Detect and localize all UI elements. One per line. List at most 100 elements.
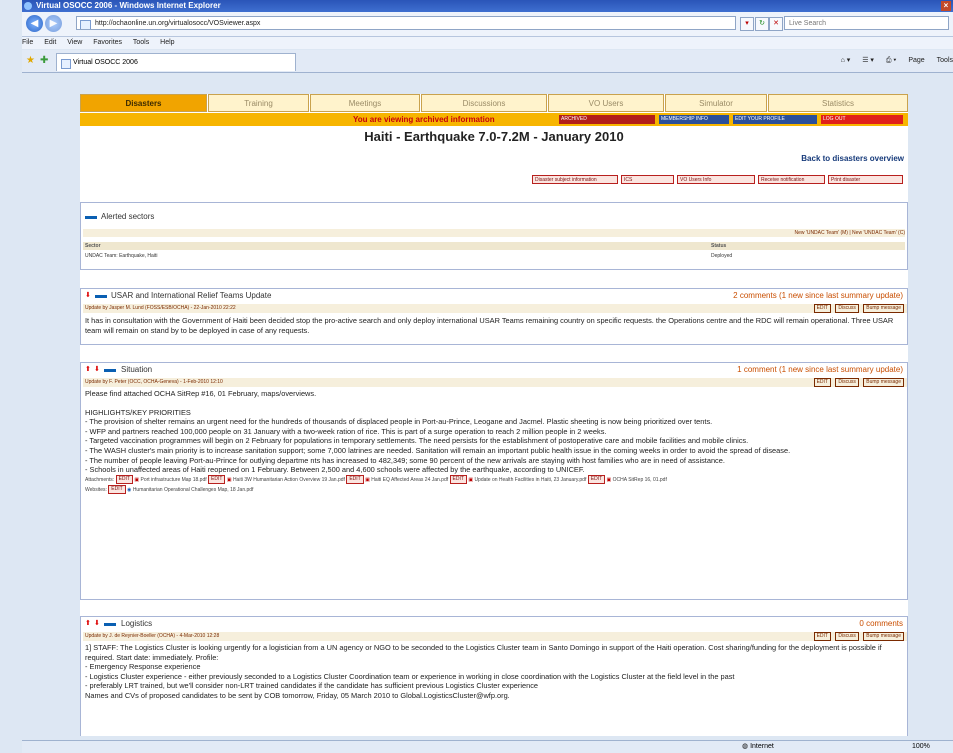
attachment-edit-icon[interactable]: EDIT	[115, 474, 133, 484]
edit-button[interactable]: EDIT	[813, 378, 831, 387]
logout-button[interactable]: LOG OUT	[821, 115, 903, 124]
attachment-edit-icon[interactable]: EDIT	[587, 474, 606, 484]
edit-profile-button[interactable]: EDIT YOUR PROFILE	[733, 115, 817, 124]
move-up-icon[interactable]: ⬆	[85, 363, 91, 377]
menu-file[interactable]: File	[22, 39, 33, 46]
sector-table-header: Sector Status	[83, 242, 905, 250]
bullet-1: - The provision of shelter remains an ur…	[85, 417, 713, 427]
back-button[interactable]: ◀	[26, 15, 43, 32]
window-title: Virtual OSOCC 2006 - Windows Internet Ex…	[36, 1, 221, 10]
notification-button[interactable]: Receive notification	[758, 175, 825, 184]
close-window-icon[interactable]: ×	[941, 1, 951, 11]
feeds-icon[interactable]: ☰ ▾	[862, 57, 874, 64]
comments-link[interactable]: 2 comments (1 new since last summary upd…	[733, 289, 903, 303]
ics-button[interactable]: ICS	[621, 175, 674, 184]
page-content: Disasters Training Meetings Discussions …	[80, 94, 908, 736]
new-team-links[interactable]: New 'UNDAC Team' (M) | New 'UNDAC Team' …	[83, 229, 905, 237]
section-buttons: EDIT Discuss Bump message	[811, 378, 904, 387]
back-to-overview-link[interactable]: Back to disasters overview	[801, 154, 904, 163]
website-1[interactable]: Humanitarian Operational Challenges Map,…	[133, 487, 254, 493]
bullet-5: - The number of people leaving Port-au-P…	[85, 455, 725, 465]
membership-info-button[interactable]: MEMBERSHIP INFO	[659, 115, 729, 124]
move-down-icon[interactable]: ⬇	[94, 617, 100, 631]
bullet-6: - Schools in unaffected areas of Haiti r…	[85, 465, 585, 475]
move-down-icon[interactable]: ⬇	[94, 363, 100, 377]
dropdown-icon[interactable]: ▾	[740, 17, 754, 31]
menu-tools[interactable]: Tools	[133, 39, 149, 46]
alerted-sectors-title: Alerted sectors	[101, 212, 155, 221]
tab-simulator[interactable]: Simulator	[665, 94, 767, 112]
alerted-sectors-panel: Alerted sectors New 'UNDAC Team' (M) | N…	[80, 202, 908, 270]
row-sector[interactable]: UNDAC Team: Earthquake, Haiti	[85, 252, 157, 260]
tab-bar: ★ ✚ Virtual OSOCC 2006 ⌂ ▾ ☰ ▾ ⎙ ▾ Page …	[22, 50, 953, 73]
print-disaster-button[interactable]: Print disaster	[828, 175, 903, 184]
site-nav-tabs: Disasters Training Meetings Discussions …	[80, 94, 908, 112]
page-menu[interactable]: Page	[908, 57, 924, 64]
refresh-icon[interactable]: ↻	[755, 17, 769, 31]
tools-menu[interactable]: Tools	[937, 57, 953, 64]
tab-disasters[interactable]: Disasters	[80, 94, 207, 112]
discuss-button[interactable]: Discuss	[835, 378, 859, 387]
attachment-edit-icon[interactable]: EDIT	[449, 474, 467, 484]
zoom-level[interactable]: 100%	[912, 741, 930, 753]
collapse-bar-icon[interactable]	[95, 295, 107, 298]
edit-button[interactable]: EDIT	[813, 632, 831, 641]
move-down-icon[interactable]: ⬇	[85, 289, 91, 303]
sector-table-row: UNDAC Team: Earthquake, Haiti Deployed	[83, 252, 905, 260]
attachment-4[interactable]: Update on Health Facilities in Haiti, 23…	[474, 477, 586, 483]
section-buttons: EDIT Discuss Bump message	[811, 632, 904, 641]
address-bar[interactable]: http://ochaonline.un.org/virtualosocc/VO…	[76, 16, 736, 30]
discuss-button[interactable]: Discuss	[835, 304, 859, 313]
attachment-2[interactable]: Haiti 3W Humanitarian Action Overview 19…	[233, 477, 345, 483]
edit-button[interactable]: EDIT	[813, 304, 831, 313]
zone-label: Internet	[750, 743, 774, 750]
discuss-button[interactable]: Discuss	[835, 632, 859, 641]
address-text: http://ochaonline.un.org/virtualosocc/VO…	[95, 20, 261, 27]
attachment-5[interactable]: OCHA SitRep 16, 01.pdf	[613, 477, 667, 483]
situation-intro: Please find attached OCHA SitRep #16, 01…	[85, 389, 317, 398]
bump-button[interactable]: Bump message	[863, 632, 904, 641]
collapse-bar-icon[interactable]	[104, 369, 116, 372]
archived-button[interactable]: ARCHIVED	[559, 115, 655, 124]
update-by-text: Update by Jasper M. Lund (FOSS/ESB/OCHA)…	[85, 305, 236, 311]
bullet-3: - Targeted vaccination programmes will b…	[85, 436, 749, 446]
comments-link[interactable]: 0 comments	[859, 617, 903, 631]
collapse-bar-icon[interactable]	[104, 623, 116, 626]
collapse-bar-icon[interactable]	[85, 216, 97, 219]
archive-message: You are viewing archived information	[353, 115, 495, 124]
attachment-edit-icon[interactable]: EDIT	[208, 474, 226, 484]
add-favorite-icon[interactable]: ✚	[40, 55, 48, 66]
menu-help[interactable]: Help	[160, 39, 174, 46]
stop-icon[interactable]: ✕	[769, 17, 783, 31]
menu-view[interactable]: View	[67, 39, 82, 46]
col-status: Status	[711, 243, 727, 249]
attachment-edit-icon[interactable]: EDIT	[346, 474, 364, 484]
tab-training[interactable]: Training	[208, 94, 309, 112]
print-icon[interactable]: ⎙ ▾	[886, 57, 897, 64]
section-header: ⬇ USAR and International Relief Teams Up…	[81, 289, 907, 303]
attachment-3[interactable]: Haiti EQ Affected Areas 24 Jan.pdf	[371, 477, 448, 483]
comments-link[interactable]: 1 comment (1 new since last summary upda…	[737, 363, 903, 377]
menu-edit[interactable]: Edit	[44, 39, 56, 46]
attachment-1[interactable]: Port infrastructure Map 18.pdf	[140, 477, 206, 483]
disaster-info-button[interactable]: Disaster subject information	[532, 175, 618, 184]
vo-users-info-button[interactable]: VO Users Info	[677, 175, 755, 184]
section-header: ⬆ ⬇ Logistics 0 comments	[81, 617, 907, 631]
tab-vo-users[interactable]: VO Users	[548, 94, 664, 112]
favorites-star-icon[interactable]: ★	[26, 55, 35, 66]
browser-tab[interactable]: Virtual OSOCC 2006	[56, 53, 296, 71]
update-by-text: Update by F. Peter (OCC, OCHA-Geneva) - …	[85, 379, 223, 385]
bump-button[interactable]: Bump message	[863, 304, 904, 313]
tab-meetings[interactable]: Meetings	[310, 94, 420, 112]
menu-bar: File Edit View Favorites Tools Help	[22, 37, 953, 49]
update-by: Update by J. de Reynier-Boeller (OCHA) -…	[83, 632, 907, 641]
home-icon[interactable]: ⌂ ▾	[841, 57, 851, 64]
forward-button[interactable]: ▶	[45, 15, 62, 32]
website-edit-icon[interactable]: EDIT	[108, 484, 126, 494]
bump-button[interactable]: Bump message	[863, 378, 904, 387]
tab-discussions[interactable]: Discussions	[421, 94, 547, 112]
tab-statistics[interactable]: Statistics	[768, 94, 908, 112]
move-up-icon[interactable]: ⬆	[85, 617, 91, 631]
menu-favorites[interactable]: Favorites	[93, 39, 122, 46]
search-input[interactable]: Live Search	[784, 16, 949, 30]
